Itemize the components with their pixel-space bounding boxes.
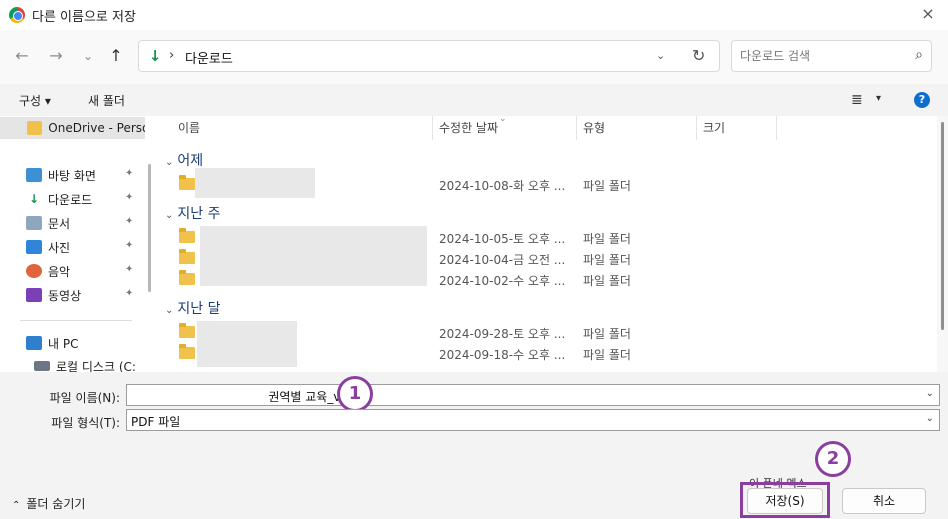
folder-icon xyxy=(179,323,195,338)
column-header-size[interactable]: 크기 xyxy=(697,116,777,140)
chevron-down-icon: ⌄ xyxy=(165,305,174,316)
pin-icon: ✦ xyxy=(125,240,134,251)
folder-icon xyxy=(179,249,195,264)
title-bar: 다른 이름으로 저장 × xyxy=(0,0,948,30)
folder-icon xyxy=(27,121,43,135)
breadcrumb-separator: › xyxy=(169,48,175,63)
sidebar-item-local-disk[interactable]: 로컬 디스크 (C: xyxy=(0,355,145,372)
cancel-button[interactable]: 취소 xyxy=(842,488,926,514)
search-input[interactable] xyxy=(740,47,900,65)
back-arrow-icon[interactable]: ← xyxy=(12,46,32,66)
filetype-label: 파일 형식(T): xyxy=(51,416,120,430)
pin-icon: ✦ xyxy=(125,288,134,299)
table-row[interactable]: 2024-10-02-수 오후 ... 파일 폴더 xyxy=(157,269,937,290)
search-icon[interactable]: ⌕ xyxy=(915,47,923,63)
pictures-icon xyxy=(26,240,42,254)
up-arrow-icon[interactable]: ↑ xyxy=(106,46,126,66)
chevron-down-icon: ⌄ xyxy=(165,157,174,168)
step-badge-2: 2 xyxy=(815,441,851,477)
recent-locations-icon[interactable]: ⌄ xyxy=(78,46,98,66)
sidebar-item-videos[interactable]: 동영상 ✦ xyxy=(0,284,145,306)
sidebar-item-downloads[interactable]: ↓ 다운로드 ✦ xyxy=(0,188,145,210)
sidebar-item-onedrive[interactable]: OneDrive - Perso xyxy=(0,117,145,139)
sidebar-item-music[interactable]: 음악 ✦ xyxy=(0,260,145,282)
window-title: 다른 이름으로 저장 xyxy=(32,9,136,25)
table-row[interactable]: 2024-09-28-토 오후 ... 파일 폴더 xyxy=(157,322,937,343)
drive-icon xyxy=(34,361,50,371)
organize-button[interactable]: 구성 ▾ xyxy=(19,92,51,109)
computer-icon xyxy=(26,336,42,350)
filetype-value: PDF 파일 xyxy=(131,415,181,429)
file-list-scrollbar[interactable] xyxy=(937,116,948,372)
pin-icon: ✦ xyxy=(125,168,134,179)
document-icon xyxy=(26,216,42,230)
filename-value[interactable]: 권역별 교육_v1.0 xyxy=(131,388,359,405)
file-list: 이름 수정한 날짜 유형 크기 ⌄ ⌄ 어제 2024-10-08-화 오후 ..… xyxy=(157,116,948,372)
chevron-up-icon: ⌃ xyxy=(12,500,21,511)
save-button[interactable]: 저장(S) xyxy=(747,488,823,514)
scrollbar-thumb[interactable] xyxy=(941,122,944,330)
download-icon: ↓ xyxy=(28,192,40,206)
address-bar[interactable]: ↓ › 다운로드 ⌄ ↻ xyxy=(138,40,720,72)
folder-icon xyxy=(179,175,195,190)
filetype-select[interactable]: PDF 파일 ⌄ xyxy=(126,409,940,431)
navigation-pane: OneDrive - Perso 바탕 화면 ✦ ↓ 다운로드 ✦ 문서 ✦ 사… xyxy=(0,116,157,372)
refresh-icon[interactable]: ↻ xyxy=(692,46,705,65)
download-icon: ↓ xyxy=(148,47,162,65)
filename-label: 파일 이름(N): xyxy=(49,391,120,405)
save-panel: 파일 이름(N): 권역별 교육_v1.0 ⌄ 1 파일 형식(T): PDF … xyxy=(0,372,948,519)
sidebar-item-desktop[interactable]: 바탕 화면 ✦ xyxy=(0,164,145,186)
close-icon[interactable]: × xyxy=(918,4,938,24)
filename-field[interactable]: 권역별 교육_v1.0 ⌄ xyxy=(126,384,940,406)
sidebar-scrollbar[interactable] xyxy=(148,164,151,292)
forward-arrow-icon[interactable]: → xyxy=(46,46,66,66)
sidebar-item-pictures[interactable]: 사진 ✦ xyxy=(0,236,145,258)
desktop-icon xyxy=(26,168,42,182)
filename-dropdown-icon[interactable]: ⌄ xyxy=(926,388,934,399)
table-row[interactable]: 2024-10-05-토 오후 ... 파일 폴더 xyxy=(157,227,937,248)
navigation-bar: ← → ⌄ ↑ ↓ › 다운로드 ⌄ ↻ ⌕ xyxy=(0,30,948,84)
group-header-last-month[interactable]: ⌄ 지난 달 xyxy=(165,298,220,318)
group-header-last-week[interactable]: ⌄ 지난 주 xyxy=(165,203,220,223)
command-bar: 구성 ▾ 새 폴더 ≣ ▾ ? xyxy=(0,84,948,116)
pin-icon: ✦ xyxy=(125,216,134,227)
filetype-dropdown-icon[interactable]: ⌄ xyxy=(926,413,934,424)
sidebar-divider xyxy=(20,320,132,321)
chrome-icon xyxy=(9,7,25,23)
folder-icon xyxy=(179,228,195,243)
chevron-down-icon: ⌄ xyxy=(165,210,174,221)
hide-folders-button[interactable]: ⌃ 폴더 숨기기 xyxy=(12,495,85,512)
sidebar-item-documents[interactable]: 문서 ✦ xyxy=(0,212,145,234)
breadcrumb-downloads[interactable]: 다운로드 xyxy=(185,48,233,67)
redacted-name xyxy=(195,168,315,198)
video-icon xyxy=(26,288,42,302)
new-folder-button[interactable]: 새 폴더 xyxy=(88,92,125,109)
music-icon xyxy=(26,264,42,278)
sidebar-item-this-pc[interactable]: 내 PC xyxy=(0,332,145,354)
table-row[interactable]: 2024-10-04-금 오전 ... 파일 폴더 xyxy=(157,248,937,269)
group-header-yesterday[interactable]: ⌄ 어제 xyxy=(165,150,203,170)
table-row[interactable]: 2024-10-08-화 오후 ... 파일 폴더 xyxy=(157,168,937,198)
step-badge-1: 1 xyxy=(337,376,373,412)
sort-icon: ⌄ xyxy=(499,116,507,124)
table-row[interactable]: 2024-09-18-수 오후 ... 파일 폴더 xyxy=(157,343,937,364)
folder-icon xyxy=(179,344,195,359)
pin-icon: ✦ xyxy=(125,264,134,275)
search-box[interactable]: ⌕ xyxy=(731,40,932,72)
column-header-type[interactable]: 유형 xyxy=(577,116,697,140)
help-icon[interactable]: ? xyxy=(914,92,930,108)
view-dropdown-icon[interactable]: ▾ xyxy=(876,93,881,104)
address-dropdown-icon[interactable]: ⌄ xyxy=(656,49,665,62)
view-options-icon[interactable]: ≣ xyxy=(851,92,863,108)
folder-icon xyxy=(179,270,195,285)
pin-icon: ✦ xyxy=(125,192,134,203)
column-header-name[interactable]: 이름 xyxy=(172,116,433,140)
